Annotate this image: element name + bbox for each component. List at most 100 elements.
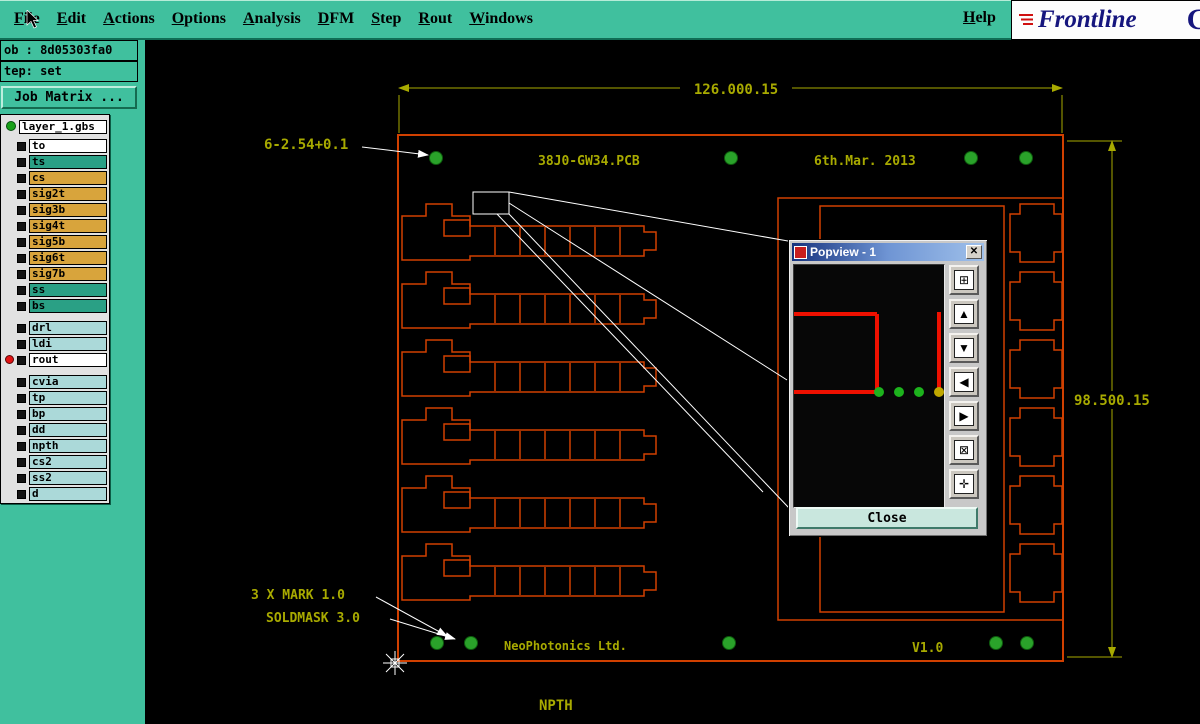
- layer-toggle[interactable]: [17, 157, 26, 167]
- board-title-label: 38J0-GW34.PCB: [538, 154, 640, 169]
- layer-toggle[interactable]: [17, 285, 26, 295]
- layer-toggle[interactable]: [17, 221, 26, 231]
- menu-actions[interactable]: Actions: [103, 10, 155, 28]
- logo-suffix-letter: G: [1187, 3, 1200, 37]
- layer-toggle[interactable]: [17, 205, 26, 215]
- layer-panel: layer_1.gbs to ts cs sig2t sig3b sig4t sig5b si…: [0, 114, 110, 504]
- menu-step[interactable]: Step: [371, 10, 401, 28]
- speedlines-icon: [1019, 14, 1033, 25]
- layer-name-label: rout: [29, 353, 107, 367]
- layer-name-label: tp: [29, 391, 107, 405]
- popview-tool-zoom-out[interactable]: ▼: [949, 333, 979, 363]
- popview-toolbar: ⊞ ▲ ▼ ◀ ▶ ⊠ ✛: [949, 265, 985, 499]
- menu-rout[interactable]: Rout: [418, 10, 452, 28]
- layer-row-drl[interactable]: drl: [3, 320, 107, 336]
- layer-toggle[interactable]: [17, 441, 26, 451]
- popview-close-button[interactable]: Close: [796, 507, 978, 529]
- layer-row-ts[interactable]: ts: [3, 154, 107, 170]
- board-date-label: 6th.Mar. 2013: [814, 154, 916, 169]
- layer-name-label: sig6t: [29, 251, 107, 265]
- layer-toggle[interactable]: [17, 237, 26, 247]
- popview-pads: [874, 387, 944, 397]
- layer-toggle[interactable]: [17, 457, 26, 467]
- layer-name-label: ss2: [29, 471, 107, 485]
- active-layer-row[interactable]: layer_1.gbs: [3, 118, 107, 135]
- layer-toggle[interactable]: [17, 425, 26, 435]
- layer-toggle[interactable]: [17, 489, 26, 499]
- zoom-fit-icon: ⊠: [954, 440, 974, 460]
- popview-tool-zoom-in[interactable]: ▲: [949, 299, 979, 329]
- menu-edit[interactable]: Edit: [57, 10, 86, 28]
- layer-toggle[interactable]: [17, 355, 26, 365]
- layer-row-cvia[interactable]: cvia: [3, 374, 107, 390]
- layer-toggle[interactable]: [17, 189, 26, 199]
- layer-name-label: sig5b: [29, 235, 107, 249]
- popview-tool-pan-right[interactable]: ▶: [949, 401, 979, 431]
- popview-titlebar[interactable]: Popview - 1 ✕: [792, 243, 984, 261]
- menu-help[interactable]: Help: [963, 9, 996, 27]
- layer-group-1: to ts cs sig2t sig3b sig4t sig5b sig6t sig7b ss bs: [3, 138, 107, 314]
- layer-toggle[interactable]: [17, 377, 26, 387]
- layer-row-ss2[interactable]: ss2: [3, 470, 107, 486]
- layer-name-label: cs2: [29, 455, 107, 469]
- hole-note-label: 6-2.54+0.1: [264, 137, 348, 153]
- layer-toggle[interactable]: [17, 473, 26, 483]
- drawing-canvas[interactable]: 126.000.15 98.500.15 6-2.54+0.1 38J0-GW3…: [145, 40, 1200, 724]
- layer-row-sig3b[interactable]: sig3b: [3, 202, 107, 218]
- popview-tool-pan-left[interactable]: ◀: [949, 367, 979, 397]
- popview-tool-zoom-window[interactable]: ⊞: [949, 265, 979, 295]
- layer-name-label: cs: [29, 171, 107, 185]
- popview-tool-pan-move[interactable]: ✛: [949, 469, 979, 499]
- layer-row-tp[interactable]: tp: [3, 390, 107, 406]
- layer-row-sig4t[interactable]: sig4t: [3, 218, 107, 234]
- layer-row-cs2[interactable]: cs2: [3, 454, 107, 470]
- layer-row-d[interactable]: d: [3, 486, 107, 502]
- layer-row-bp[interactable]: bp: [3, 406, 107, 422]
- layer-row-sig5b[interactable]: sig5b: [3, 234, 107, 250]
- layer-name-label: bp: [29, 407, 107, 421]
- layer-name-label: npth: [29, 439, 107, 453]
- menu-dfm[interactable]: DFM: [318, 10, 354, 28]
- logo-wordmark: Frontline: [1038, 6, 1137, 33]
- layer-toggle[interactable]: [17, 253, 26, 263]
- layer-toggle[interactable]: [17, 409, 26, 419]
- popview-canvas[interactable]: [793, 264, 945, 508]
- layer-row-sig7b[interactable]: sig7b: [3, 266, 107, 282]
- layer-row-sig2t[interactable]: sig2t: [3, 186, 107, 202]
- menubar-items: FileEditActionsOptionsAnalysisDFMStepRou…: [14, 10, 533, 28]
- pan-right-icon: ▶: [954, 406, 974, 426]
- layer-toggle[interactable]: [17, 269, 26, 279]
- layer-toggle[interactable]: [17, 173, 26, 183]
- job-matrix-button[interactable]: Job Matrix ...: [1, 86, 137, 109]
- origin-cursor-icon: [383, 651, 407, 675]
- layer-row-ss[interactable]: ss: [3, 282, 107, 298]
- popview-tool-zoom-fit[interactable]: ⊠: [949, 435, 979, 465]
- layer-toggle[interactable]: [17, 393, 26, 403]
- menu-options[interactable]: Options: [172, 10, 226, 28]
- mark-note-label: 3 X MARK 1.0: [251, 588, 345, 603]
- layer-row-sig6t[interactable]: sig6t: [3, 250, 107, 266]
- layer-row-npth[interactable]: npth: [3, 438, 107, 454]
- layer-name-label: dd: [29, 423, 107, 437]
- layer-toggle[interactable]: [17, 141, 26, 151]
- popview-traces: [794, 312, 944, 397]
- company-label: NeoPhotonics Ltd.: [504, 639, 627, 653]
- layer-row-rout[interactable]: rout: [3, 352, 107, 368]
- menu-analysis[interactable]: Analysis: [243, 10, 301, 28]
- menu-windows[interactable]: Windows: [469, 10, 533, 28]
- layer-row-dd[interactable]: dd: [3, 422, 107, 438]
- annotation-arrows: [361, 146, 456, 640]
- layer-row-ldi[interactable]: ldi: [3, 336, 107, 352]
- version-label: V1.0: [912, 641, 943, 656]
- zoom-out-icon: ▼: [954, 338, 974, 358]
- layer-row-to[interactable]: to: [3, 138, 107, 154]
- pcb-drawing: 126.000.15 98.500.15 6-2.54+0.1 38J0-GW3…: [251, 80, 1155, 714]
- soldmask-note-label: SOLDMASK 3.0: [266, 611, 360, 626]
- popview-close-icon[interactable]: ✕: [966, 245, 982, 259]
- layer-toggle[interactable]: [17, 323, 26, 333]
- layer-toggle[interactable]: [17, 339, 26, 349]
- layer-row-bs[interactable]: bs: [3, 298, 107, 314]
- layer-toggle[interactable]: [17, 301, 26, 311]
- layer-row-cs[interactable]: cs: [3, 170, 107, 186]
- step-name-label: tep: set: [0, 61, 138, 82]
